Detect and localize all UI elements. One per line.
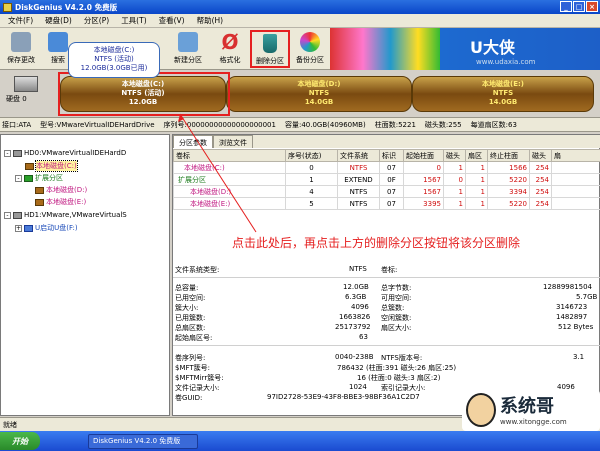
tree-node-usb[interactable]: + U启动U盘(F:) (15, 223, 78, 233)
format-button[interactable]: Ø 格式化 (212, 30, 248, 68)
tree-node-hd1[interactable]: - HD1:VMware,VMwareVirtualS (4, 211, 127, 219)
save-changes-button[interactable]: 保存更改 (3, 30, 39, 68)
logo-url: www.xitongge.com (500, 418, 567, 426)
close-button[interactable]: × (586, 1, 598, 12)
backup-partition-button[interactable]: 备份分区 (292, 30, 328, 68)
collapse-icon[interactable]: - (15, 174, 22, 182)
new-partition-icon (178, 32, 198, 52)
window-title: DiskGenius V4.2.0 免费版 (15, 2, 118, 12)
partition-block-c[interactable]: 本地磁盘(C:) NTFS (活动) 12.0GB (60, 76, 226, 112)
table-header-row: 卷标 序号(状态) 文件系统 标识 起始柱面 磁头 扇区 终止柱面 磁头 扇 (173, 149, 600, 162)
partition-details-panel: 分区参数 浏览文件 卷标 序号(状态) 文件系统 标识 起始柱面 磁头 扇区 终… (172, 134, 600, 416)
disk-tree-panel: - HD0:VMwareVirtualIDEHardD 本地磁盘(C:) - 扩… (0, 134, 170, 416)
extended-partition-icon (24, 174, 33, 182)
banner-image (330, 28, 440, 70)
menu-tools[interactable]: 工具(T) (115, 15, 152, 26)
table-row[interactable]: 本地磁盘(D:) 4 NTFS 07 1567 1 1 3394 254 (173, 185, 600, 198)
collapse-icon[interactable]: - (4, 149, 11, 157)
tree-node-extended[interactable]: - 扩展分区 (15, 173, 63, 183)
menu-file[interactable]: 文件(F) (2, 15, 39, 26)
menu-partition[interactable]: 分区(P) (78, 15, 115, 26)
menu-bar: 文件(F) 硬盘(D) 分区(P) 工具(T) 查看(V) 帮助(H) (0, 14, 600, 28)
new-partition-button[interactable]: 新建分区 (170, 30, 206, 68)
partition-block-e[interactable]: 本地磁盘(E:) NTFS 14.0GB (412, 76, 594, 112)
save-icon (11, 32, 31, 52)
mascot-icon (466, 393, 496, 427)
logo-title: 系统哥 (500, 396, 554, 417)
usb-drive-icon (24, 224, 33, 232)
menu-disk[interactable]: 硬盘(D) (39, 15, 78, 26)
backup-icon (300, 32, 320, 52)
minimize-button[interactable]: _ (560, 1, 572, 12)
trash-icon (263, 34, 277, 53)
tree-node-hd0[interactable]: - HD0:VMwareVirtualIDEHardD (4, 149, 126, 157)
table-row[interactable]: 扩展分区 1 EXTEND 0F 1567 0 1 5220 254 (173, 173, 600, 186)
hard-disk-icon (13, 149, 22, 157)
start-button[interactable]: 开始 (0, 432, 40, 450)
maximize-button[interactable]: □ (573, 1, 585, 12)
app-icon (3, 2, 12, 12)
disk-label: 硬盘 0 (6, 74, 50, 114)
ad-banner[interactable]: U大侠 www.udaxia.com (330, 28, 600, 70)
partition-block-d[interactable]: 本地磁盘(D:) NTFS 14.0GB (226, 76, 412, 112)
delete-partition-button[interactable]: 删除分区 (250, 30, 290, 68)
menu-view[interactable]: 查看(V) (153, 15, 191, 26)
table-row[interactable]: 本地磁盘(E:) 5 NTFS 07 3395 1 1 5220 254 (173, 197, 600, 210)
hard-disk-icon (13, 211, 22, 219)
disk-info-bar: 接口:ATA 型号:VMwareVirtualIDEHardDrive 序列号:… (0, 118, 600, 132)
title-bar: DiskGenius V4.2.0 免费版 _ □ × (0, 0, 600, 14)
collapse-icon[interactable]: - (4, 211, 11, 219)
banner-url: www.udaxia.com (476, 58, 536, 66)
hard-disk-icon (14, 76, 38, 92)
tree-node-e[interactable]: 本地磁盘(E:) (35, 197, 86, 207)
status-text: 就绪 (3, 420, 17, 429)
table-row[interactable]: 本地磁盘(C:) 0 NTFS 07 0 1 1 1566 254 (173, 161, 600, 174)
watermark-logo: 系统哥 www.xitongge.com (462, 390, 600, 431)
taskbar-item-diskgenius[interactable]: DiskGenius V4.2.0 免费版 (88, 433, 198, 449)
partition-tooltip: 本地磁盘(C:) NTFS (活动) 12.0GB(3.0GB已用) (68, 42, 160, 78)
tab-browse-files[interactable]: 浏览文件 (213, 135, 253, 148)
banner-title: U大侠 (470, 38, 515, 57)
instruction-annotation: 点击此处后，再点击上方的删除分区按钮将该分区删除 (232, 236, 521, 250)
partition-icon (35, 198, 44, 206)
menu-help[interactable]: 帮助(H) (191, 15, 230, 26)
partition-table: 卷标 序号(状态) 文件系统 标识 起始柱面 磁头 扇区 终止柱面 磁头 扇 本… (173, 149, 600, 210)
tab-partition-params[interactable]: 分区参数 (173, 135, 213, 148)
partition-icon (25, 162, 34, 170)
taskbar: 开始 DiskGenius V4.2.0 免费版 (0, 431, 600, 451)
partition-icon (35, 186, 44, 194)
expand-icon[interactable]: + (15, 224, 22, 232)
tree-node-c[interactable]: 本地磁盘(C:) (25, 160, 78, 172)
format-icon: Ø (221, 30, 239, 54)
search-icon (48, 32, 68, 52)
tree-node-d[interactable]: 本地磁盘(D:) (35, 185, 87, 195)
